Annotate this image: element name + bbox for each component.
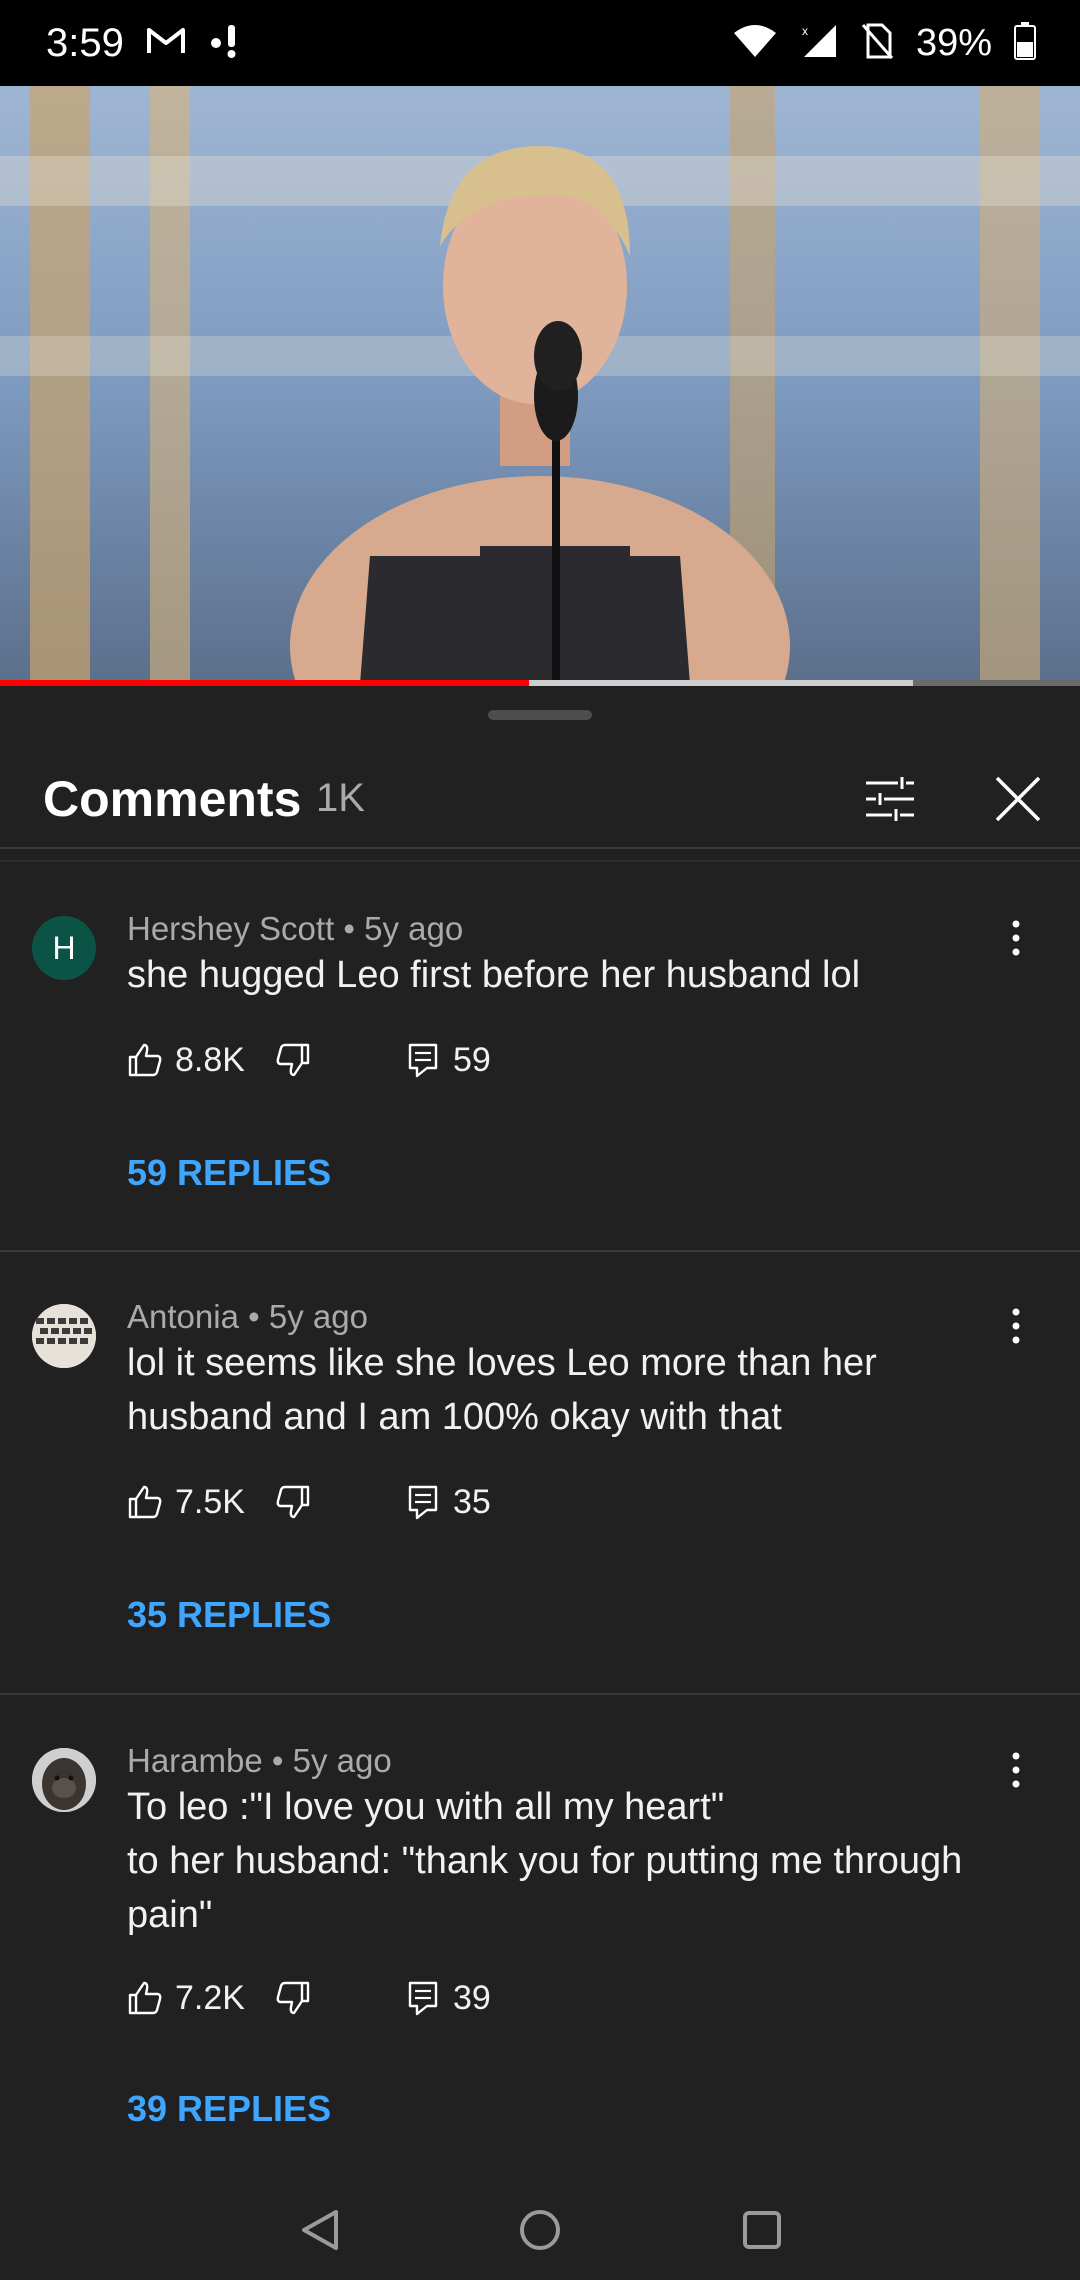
status-bar: 3:59 x 39% [0, 0, 1080, 86]
reply-count: 35 [452, 1482, 491, 1521]
like-button[interactable]: 8.8K [127, 1041, 245, 1080]
like-count: 8.8K [175, 1040, 245, 1079]
filter-button[interactable] [850, 759, 930, 839]
gmail-icon [146, 26, 186, 61]
back-button[interactable] [280, 2190, 360, 2270]
video-player[interactable] [0, 86, 1080, 684]
dislike-button[interactable] [275, 1980, 311, 2016]
drag-handle[interactable] [488, 710, 592, 720]
comment-time[interactable]: 5y ago [269, 1298, 368, 1335]
header-divider-2 [0, 860, 1080, 862]
comments-header: Comments 1K [0, 744, 1080, 854]
comment-divider [0, 1250, 1080, 1252]
comment-text: To leo :"I love you with all my heart" t… [127, 1780, 1027, 1942]
sliders-icon [866, 777, 914, 821]
reply-count: 39 [452, 1978, 491, 2017]
comment-text-line: to her husband: "thank you for putting m… [127, 1840, 963, 1936]
comment-text: she hugged Leo first before her husband … [127, 954, 861, 996]
comment-text-line: To leo :"I love you with all my heart" [127, 1786, 725, 1828]
like-button[interactable]: 7.2K [127, 1979, 245, 2018]
comment-actions: 7.5K 35 [127, 1472, 491, 1532]
status-time: 3:59 [46, 20, 124, 65]
notification-icon [208, 21, 244, 66]
recents-square-icon [743, 2211, 781, 2249]
comment-item: Harambe • 5y ago To leo :"I love you wit… [0, 1722, 1080, 2170]
like-button[interactable]: 7.5K [127, 1483, 245, 1522]
video-progress-bar[interactable] [0, 680, 1080, 686]
comment-icon [408, 1043, 438, 1078]
no-sim-icon [860, 22, 894, 65]
close-button[interactable] [978, 759, 1058, 839]
thumbs-up-icon [128, 1043, 162, 1077]
meta-separator: • [248, 1298, 269, 1335]
like-count: 7.5K [175, 1482, 245, 1521]
battery-icon [1014, 21, 1036, 65]
view-replies-link[interactable]: 59 REPLIES [127, 1152, 331, 1194]
wifi-icon [732, 23, 778, 64]
comment-actions: 7.2K 39 [127, 1968, 491, 2028]
thumbs-up-icon [128, 1485, 162, 1519]
close-icon [995, 776, 1041, 822]
comment-item: H Hershey Scott • 5y ago she hugged Leo … [0, 890, 1080, 1290]
video-frame [0, 86, 1080, 684]
comment-icon [408, 1981, 438, 2016]
like-count: 7.2K [175, 1978, 245, 2017]
dislike-button[interactable] [275, 1484, 311, 1520]
dislike-button[interactable] [275, 1042, 311, 1078]
thumbs-up-icon [128, 1981, 162, 2015]
comments-sheet: Comments 1K H Hershey Scott • 5y ago she… [0, 690, 1080, 2170]
comment-author[interactable]: Harambe [127, 1742, 263, 1779]
reply-count: 59 [452, 1040, 491, 1079]
home-button[interactable] [500, 2190, 580, 2270]
comment-meta: Harambe • 5y ago [127, 1742, 392, 1780]
comment-item: Antonia • 5y ago lol it seems like she l… [0, 1278, 1080, 1698]
comment-actions: 8.8K 59 [127, 1030, 491, 1090]
comment-meta: Hershey Scott • 5y ago [127, 910, 463, 948]
signal-icon: x [800, 23, 838, 64]
reply-button[interactable]: 35 [407, 1483, 491, 1522]
meta-separator: • [343, 910, 365, 947]
reply-button[interactable]: 39 [407, 1979, 491, 2018]
comments-count: 1K [316, 776, 365, 820]
reply-button[interactable]: 59 [407, 1041, 491, 1080]
avatar-letter: H [52, 929, 76, 966]
keyboard-avatar-icon [32, 1304, 96, 1368]
avatar[interactable]: H [32, 916, 96, 980]
thumbs-down-icon [276, 1043, 310, 1077]
comment-text: lol it seems like she loves Leo more tha… [127, 1342, 877, 1438]
comment-divider [0, 1693, 1080, 1695]
thumbs-down-icon [276, 1981, 310, 2015]
avatar[interactable] [32, 1748, 96, 1812]
comment-time[interactable]: 5y ago [293, 1742, 392, 1779]
view-replies-link[interactable]: 39 REPLIES [127, 2088, 331, 2130]
battery-percent: 39% [915, 21, 992, 64]
thumbs-down-icon [276, 1485, 310, 1519]
view-replies-link[interactable]: 35 REPLIES [127, 1594, 331, 1636]
gorilla-avatar-icon [32, 1748, 96, 1812]
back-triangle-icon [302, 2210, 338, 2250]
comment-icon [408, 1485, 438, 1520]
avatar[interactable] [32, 1304, 96, 1368]
svg-text:x: x [802, 24, 808, 38]
comments-title: Comments [43, 771, 302, 827]
home-circle-icon [520, 2210, 560, 2250]
recents-button[interactable] [722, 2190, 802, 2270]
progress-played [0, 680, 530, 686]
comment-time[interactable]: 5y ago [364, 910, 463, 947]
system-nav-bar [0, 2170, 1080, 2280]
comment-author[interactable]: Antonia [127, 1298, 239, 1335]
header-divider [0, 847, 1080, 849]
comment-author[interactable]: Hershey Scott [127, 910, 334, 947]
meta-separator: • [271, 1742, 293, 1779]
comment-meta: Antonia • 5y ago [127, 1298, 368, 1336]
